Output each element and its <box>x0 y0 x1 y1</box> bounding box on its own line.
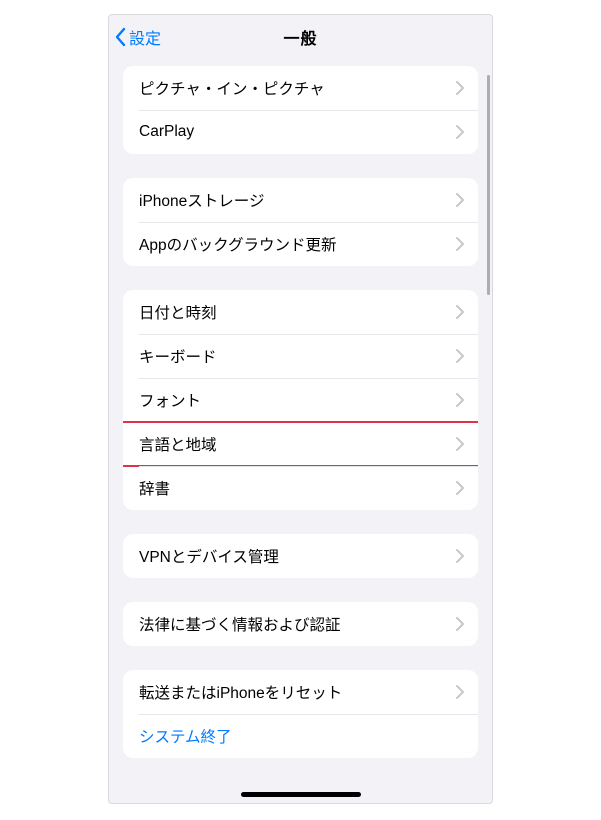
settings-row[interactable]: Appのバックグラウンド更新 <box>123 222 478 266</box>
settings-row-label: VPNとデバイス管理 <box>139 545 279 567</box>
settings-row-label: キーボード <box>139 345 217 367</box>
page-title: 一般 <box>109 25 492 49</box>
settings-row-label: 言語と地域 <box>139 433 217 455</box>
navbar: 設定 一般 <box>109 15 492 60</box>
phone-screen: 設定 一般 ピクチャ・イン・ピクチャ CarPlay iPhoneストレージ Appの… <box>108 14 493 804</box>
settings-row[interactable]: iPhoneストレージ <box>123 178 478 222</box>
settings-row[interactable]: 辞書 <box>123 466 478 510</box>
settings-row-label: 辞書 <box>139 477 170 499</box>
chevron-right-icon <box>456 437 464 451</box>
settings-row-label: フォント <box>139 389 201 411</box>
chevron-right-icon <box>456 349 464 363</box>
settings-row-label: CarPlay <box>139 123 194 141</box>
chevron-right-icon <box>456 81 464 95</box>
settings-group: 転送またはiPhoneをリセットシステム終了 <box>123 670 478 758</box>
chevron-right-icon <box>456 617 464 631</box>
settings-row[interactable]: システム終了 <box>123 714 478 758</box>
chevron-right-icon <box>456 193 464 207</box>
settings-row-label: 法律に基づく情報および認証 <box>139 613 341 635</box>
settings-row[interactable]: 転送またはiPhoneをリセット <box>123 670 478 714</box>
scroll-indicator <box>487 75 490 295</box>
settings-row[interactable]: フォント <box>123 378 478 422</box>
chevron-right-icon <box>456 549 464 563</box>
back-button[interactable]: 設定 <box>109 25 161 49</box>
settings-row[interactable]: CarPlay <box>123 110 478 154</box>
settings-group: iPhoneストレージ Appのバックグラウンド更新 <box>123 178 478 266</box>
chevron-right-icon <box>456 237 464 251</box>
chevron-right-icon <box>456 125 464 139</box>
settings-group: VPNとデバイス管理 <box>123 534 478 578</box>
settings-content: ピクチャ・イン・ピクチャ CarPlay iPhoneストレージ Appのバックグラウ… <box>109 66 492 804</box>
home-indicator[interactable] <box>241 792 361 797</box>
settings-row[interactable]: 日付と時刻 <box>123 290 478 334</box>
settings-row-label: ピクチャ・イン・ピクチャ <box>139 77 325 99</box>
settings-row-label: 日付と時刻 <box>139 301 217 323</box>
chevron-right-icon <box>456 305 464 319</box>
settings-row[interactable]: VPNとデバイス管理 <box>123 534 478 578</box>
settings-row-label: Appのバックグラウンド更新 <box>139 233 336 255</box>
settings-row[interactable]: 法律に基づく情報および認証 <box>123 602 478 646</box>
settings-group: 日付と時刻キーボードフォント言語と地域辞書 <box>123 290 478 510</box>
settings-row-label: システム終了 <box>139 725 232 747</box>
settings-row[interactable]: ピクチャ・イン・ピクチャ <box>123 66 478 110</box>
settings-row-label: 転送またはiPhoneをリセット <box>139 681 342 703</box>
chevron-left-icon <box>115 27 127 47</box>
chevron-right-icon <box>456 393 464 407</box>
chevron-right-icon <box>456 481 464 495</box>
settings-row[interactable]: キーボード <box>123 334 478 378</box>
settings-group: 法律に基づく情報および認証 <box>123 602 478 646</box>
settings-row[interactable]: 言語と地域 <box>123 422 478 466</box>
back-label: 設定 <box>129 25 161 49</box>
settings-row-label: iPhoneストレージ <box>139 189 264 211</box>
chevron-right-icon <box>456 685 464 699</box>
settings-group: ピクチャ・イン・ピクチャ CarPlay <box>123 66 478 154</box>
